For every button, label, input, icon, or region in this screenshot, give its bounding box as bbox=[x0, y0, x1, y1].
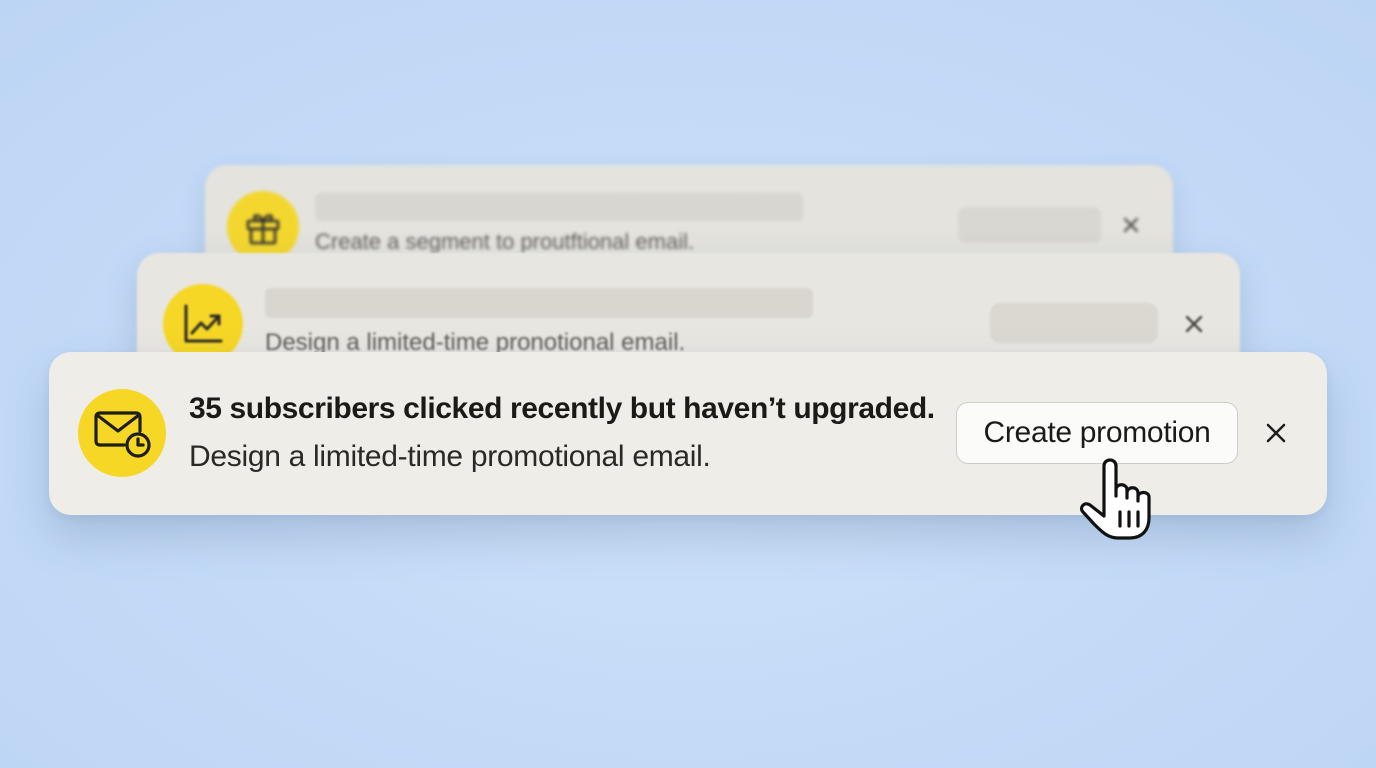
mail-clock-icon-badge bbox=[78, 389, 166, 477]
mail-clock-icon bbox=[94, 411, 151, 458]
action-button-placeholder bbox=[958, 207, 1101, 243]
notification-description: Design a limited-time promotional email. bbox=[189, 440, 711, 473]
notification-card-front: 35 subscribers clicked recently but have… bbox=[49, 352, 1327, 515]
notification-title: 35 subscribers clicked recently but have… bbox=[189, 392, 935, 425]
gift-icon bbox=[246, 214, 280, 245]
close-button[interactable] bbox=[1180, 310, 1208, 338]
close-button[interactable] bbox=[1117, 211, 1145, 239]
title-placeholder bbox=[315, 193, 803, 221]
close-icon bbox=[1123, 217, 1139, 233]
close-icon bbox=[1185, 315, 1203, 333]
trending-up-chart-icon bbox=[184, 304, 223, 343]
action-button-placeholder bbox=[990, 303, 1158, 343]
create-promotion-button[interactable]: Create promotion bbox=[956, 402, 1238, 464]
close-button[interactable] bbox=[1259, 416, 1293, 450]
notification-description: Create a segment to proutftional email. bbox=[315, 229, 695, 254]
title-placeholder bbox=[265, 288, 813, 318]
close-icon bbox=[1266, 423, 1286, 443]
